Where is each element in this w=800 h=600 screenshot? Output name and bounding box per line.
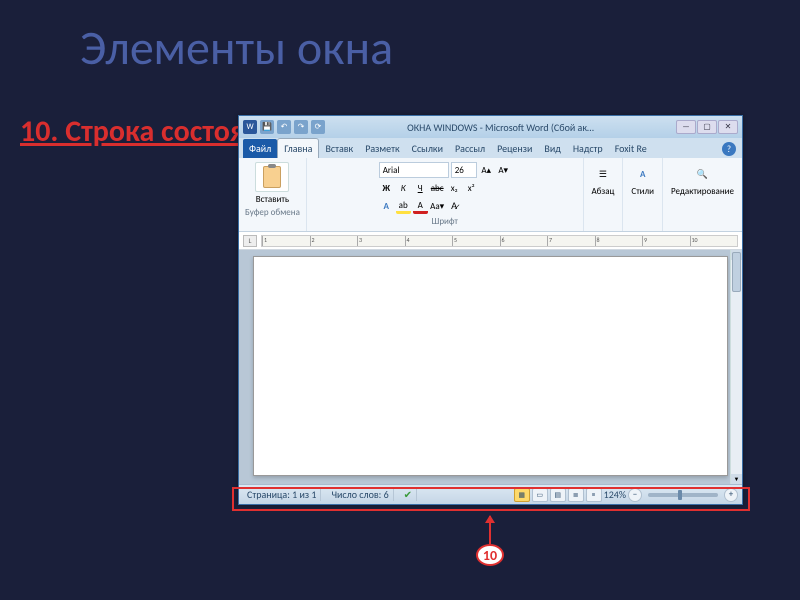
title-bar: W 💾 ↶ ↷ ⟳ ОКНА WINDOWS - Microsoft Word … <box>239 116 742 138</box>
paragraph-button[interactable]: ☰ Абзац <box>590 162 617 199</box>
paste-button[interactable] <box>255 162 289 192</box>
tab-insert[interactable]: Вставк <box>319 139 359 158</box>
editing-label: Редактирование <box>671 186 734 197</box>
tab-references[interactable]: Ссылки <box>406 139 449 158</box>
document-area[interactable]: ▲ ▼ <box>239 250 742 484</box>
view-draft-button[interactable]: ≡ <box>586 488 602 502</box>
font-name-select[interactable]: Arial <box>379 162 449 178</box>
styles-button[interactable]: A Стили <box>629 162 656 199</box>
redo-icon[interactable]: ↷ <box>294 120 308 134</box>
change-case-button[interactable]: Aa▾ <box>430 199 445 214</box>
text-effects-button[interactable]: A <box>379 199 394 214</box>
tab-layout[interactable]: Разметк <box>359 139 405 158</box>
font-color-button[interactable]: A <box>413 199 428 214</box>
repeat-icon[interactable]: ⟳ <box>311 120 325 134</box>
callout-number: 10 <box>476 544 504 566</box>
view-full-screen-button[interactable]: ▭ <box>532 488 548 502</box>
status-page[interactable]: Страница: 1 из 1 <box>243 488 321 501</box>
tab-file[interactable]: Файл <box>243 139 277 158</box>
tab-view[interactable]: Вид <box>538 139 566 158</box>
quick-access-toolbar: W 💾 ↶ ↷ ⟳ <box>243 120 325 134</box>
document-page[interactable] <box>253 256 728 476</box>
paragraph-label: Абзац <box>592 186 615 197</box>
vertical-scrollbar[interactable]: ▲ ▼ <box>730 250 742 484</box>
grow-font-icon[interactable]: A▴ <box>479 163 494 178</box>
clipboard-group-label: Буфер обмена <box>245 207 300 218</box>
styles-icon: A <box>633 164 653 184</box>
status-bar: Страница: 1 из 1 Число слов: 6 ✔ ▦ ▭ ▤ ≣… <box>239 484 742 504</box>
ribbon: Вставить Буфер обмена Arial 26 A▴ A▾ Ж К… <box>239 158 742 232</box>
maximize-button[interactable]: ▢ <box>697 120 717 134</box>
shrink-font-icon[interactable]: A▾ <box>496 163 511 178</box>
view-outline-button[interactable]: ≣ <box>568 488 584 502</box>
tab-addins[interactable]: Надстр <box>567 139 609 158</box>
tab-home[interactable]: Главна <box>277 138 319 158</box>
status-word-count[interactable]: Число слов: 6 <box>327 488 393 501</box>
font-group-label: Шрифт <box>432 216 458 227</box>
tab-mailings[interactable]: Рассыл <box>449 139 491 158</box>
zoom-in-button[interactable]: + <box>724 488 738 502</box>
tab-review[interactable]: Рецензи <box>491 139 538 158</box>
close-button[interactable]: ✕ <box>718 120 738 134</box>
paste-label: Вставить <box>256 194 289 205</box>
paragraph-group: ☰ Абзац <box>584 158 624 231</box>
horizontal-ruler[interactable]: 12345678910 <box>261 235 738 247</box>
paragraph-icon: ☰ <box>593 164 613 184</box>
word-icon[interactable]: W <box>243 120 257 134</box>
status-proofing-icon[interactable]: ✔ <box>400 488 417 501</box>
highlight-button[interactable]: ab <box>396 199 411 214</box>
superscript-button[interactable]: x² <box>464 181 479 196</box>
find-icon: 🔍 <box>693 164 713 184</box>
ruler-area: L 12345678910 <box>239 232 742 250</box>
clear-format-button[interactable]: A̷ <box>447 199 462 214</box>
undo-icon[interactable]: ↶ <box>277 120 291 134</box>
underline-button[interactable]: Ч <box>413 181 428 196</box>
zoom-level[interactable]: 124% <box>604 488 626 501</box>
font-size-select[interactable]: 26 <box>451 162 477 178</box>
word-window: W 💾 ↶ ↷ ⟳ ОКНА WINDOWS - Microsoft Word … <box>238 115 743 505</box>
zoom-out-button[interactable]: − <box>628 488 642 502</box>
editing-button[interactable]: 🔍 Редактирование <box>669 162 736 199</box>
ruler-corner[interactable]: L <box>243 235 257 247</box>
editing-group: 🔍 Редактирование <box>663 158 742 231</box>
help-icon[interactable]: ? <box>722 142 736 156</box>
document-title: ОКНА WINDOWS - Microsoft Word (Сбой ак… <box>407 121 594 134</box>
clipboard-icon <box>263 166 281 188</box>
subscript-button[interactable]: x₂ <box>447 181 462 196</box>
scroll-down-arrow[interactable]: ▼ <box>731 474 742 484</box>
view-web-button[interactable]: ▤ <box>550 488 566 502</box>
save-icon[interactable]: 💾 <box>260 120 274 134</box>
strike-button[interactable]: abc <box>430 181 445 196</box>
zoom-slider[interactable] <box>648 493 718 497</box>
view-print-layout-button[interactable]: ▦ <box>514 488 530 502</box>
tab-foxit[interactable]: Foxit Re <box>609 139 653 158</box>
clipboard-group: Вставить Буфер обмена <box>239 158 307 231</box>
styles-group: A Стили <box>623 158 663 231</box>
scroll-thumb[interactable] <box>732 252 741 292</box>
slide-title: Элементы окна <box>0 0 800 77</box>
ribbon-tabs: Файл Главна Вставк Разметк Ссылки Рассыл… <box>239 138 742 158</box>
minimize-button[interactable]: — <box>676 120 696 134</box>
styles-label: Стили <box>631 186 654 197</box>
bold-button[interactable]: Ж <box>379 181 394 196</box>
zoom-slider-knob[interactable] <box>678 490 682 500</box>
font-group: Arial 26 A▴ A▾ Ж К Ч abc x₂ x² A ab A <box>307 158 584 231</box>
callout-arrow <box>489 516 491 544</box>
italic-button[interactable]: К <box>396 181 411 196</box>
